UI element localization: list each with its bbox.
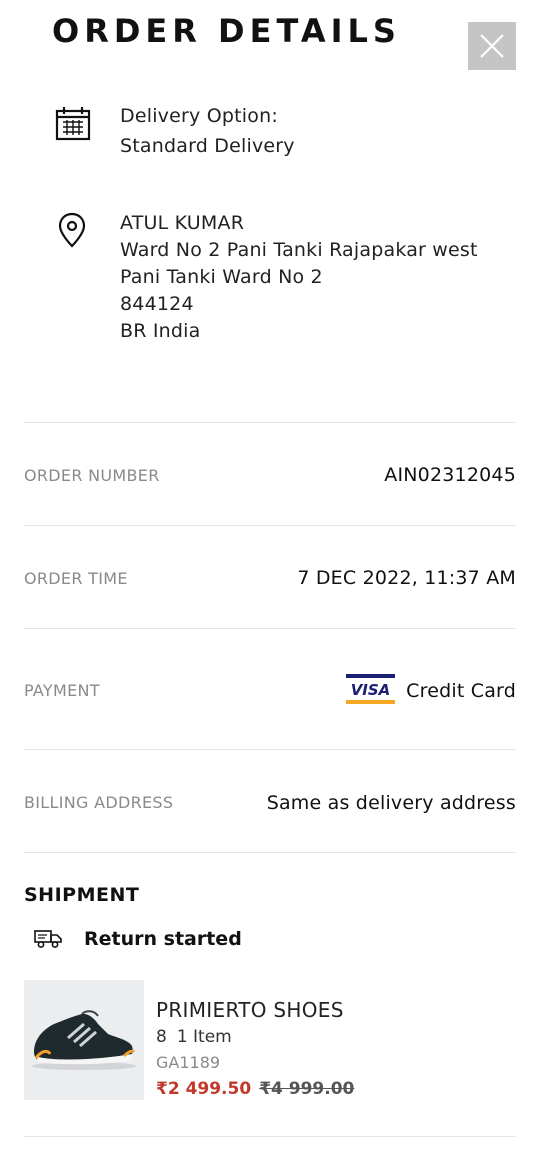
address-postcode: 844124 (120, 293, 194, 315)
product-name[interactable]: PRIMIERTO SHOES (156, 998, 344, 1022)
order-time-value: 7 DEC 2022, 11:37 AM (297, 567, 516, 589)
delivery-truck-icon (34, 930, 62, 948)
product-size: 8 (156, 1027, 167, 1047)
product-image[interactable] (24, 980, 144, 1100)
delivery-label: Delivery Option: (120, 105, 278, 127)
address-name: ATUL KUMAR (120, 212, 245, 234)
shoe-image (32, 1010, 136, 1070)
shipment-title: SHIPMENT (24, 884, 140, 906)
divider (24, 628, 516, 629)
close-button[interactable] (468, 22, 516, 70)
address-region: BR India (120, 320, 201, 342)
order-number-label: ORDER NUMBER (24, 466, 160, 485)
product-price-row: ₹2 499.50 ₹4 999.00 (156, 1079, 354, 1099)
order-number-value: AIN02312045 (384, 464, 516, 486)
delivery-value: Standard Delivery (120, 135, 295, 157)
close-icon (480, 34, 504, 58)
svg-text:VISA: VISA (351, 681, 391, 699)
address-line2: Pani Tanki Ward No 2 (120, 266, 323, 288)
divider (24, 749, 516, 750)
product-sale-price: ₹2 499.50 (156, 1079, 252, 1099)
divider (24, 422, 516, 423)
order-time-label: ORDER TIME (24, 569, 128, 588)
address-line1: Ward No 2 Pani Tanki Rajapakar west (120, 239, 478, 261)
billing-address-label: BILLING ADDRESS (24, 793, 174, 812)
page-title: ORDER DETAILS (52, 12, 401, 50)
payment-value: Credit Card (406, 680, 516, 702)
product-original-price: ₹4 999.00 (259, 1079, 355, 1099)
calendar-icon (55, 107, 91, 141)
divider (24, 525, 516, 526)
shipment-status-text: Return started (84, 928, 242, 950)
product-meta: 8 1 Item (156, 1027, 232, 1047)
product-quantity: 1 Item (176, 1027, 232, 1047)
product-sku: GA1189 (156, 1053, 221, 1072)
location-pin-icon (58, 212, 86, 248)
divider (24, 1136, 516, 1137)
shipment-status: Return started (34, 928, 242, 950)
billing-address-value: Same as delivery address (266, 792, 516, 814)
visa-card-icon: VISA (346, 674, 395, 704)
payment-label: PAYMENT (24, 681, 100, 700)
divider (24, 852, 516, 853)
